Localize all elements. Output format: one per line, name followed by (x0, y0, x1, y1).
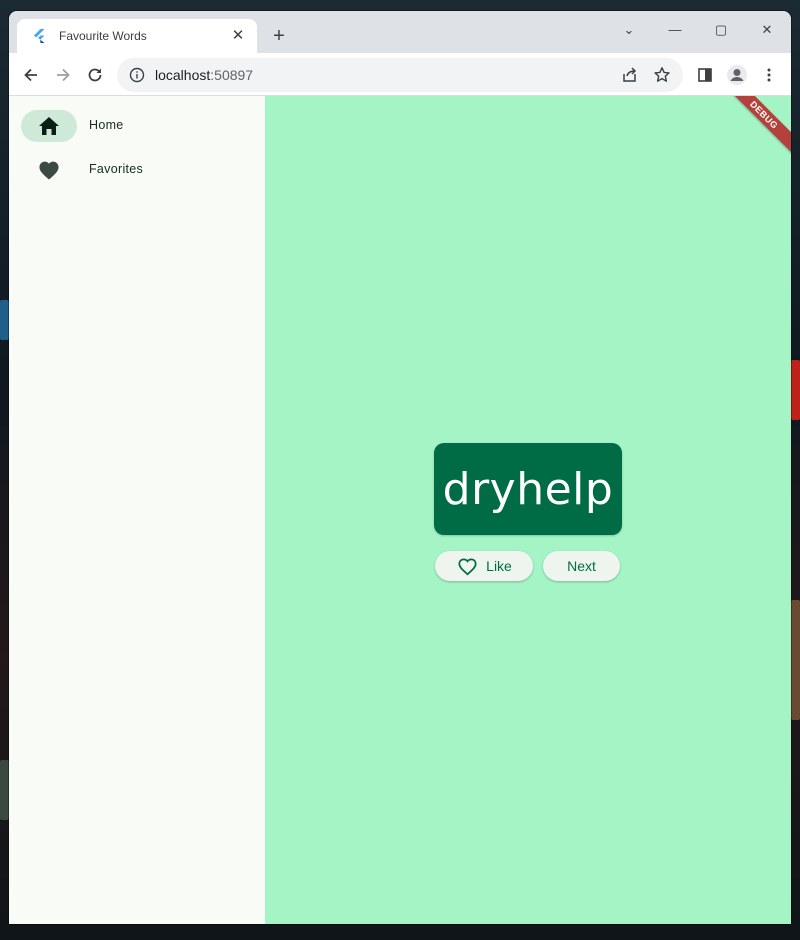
heart-outline-icon (456, 555, 478, 577)
debug-banner: DEBUG (720, 96, 791, 159)
favorite-icon (37, 158, 61, 182)
avatar-icon (727, 65, 747, 85)
url-port: :50897 (210, 67, 254, 83)
reload-button[interactable] (82, 62, 108, 88)
home-icon (37, 114, 61, 138)
next-button[interactable]: Next (543, 551, 620, 581)
like-button-label: Like (486, 558, 512, 574)
site-info-icon[interactable] (129, 67, 145, 83)
flutter-icon (31, 28, 47, 44)
browser-window: Favourite Words ✕ + ⌄ — ▢ ✕ localhost:50… (9, 11, 791, 924)
desktop-background-glow (0, 760, 9, 820)
nav-label-favorites: Favorites (89, 162, 144, 176)
navigation-rail: Home Favorites (9, 96, 265, 924)
bookmark-star-icon[interactable] (651, 64, 673, 86)
arrow-left-icon (24, 68, 37, 82)
tab-close-icon[interactable]: ✕ (229, 27, 247, 45)
like-button[interactable]: Like (435, 551, 533, 581)
tab-search-icon[interactable]: ⌄ (609, 17, 649, 45)
browser-menu-button[interactable] (756, 62, 782, 88)
side-panel-button[interactable] (692, 62, 718, 88)
browser-toolbar: localhost:50897 (9, 53, 791, 96)
nav-item-home[interactable]: Home (9, 106, 265, 146)
nav-item-favorites[interactable]: Favorites (9, 150, 265, 190)
share-icon[interactable] (619, 64, 641, 86)
minimize-button[interactable]: — (655, 17, 695, 45)
close-window-button[interactable]: ✕ (747, 17, 787, 45)
forward-button[interactable] (50, 62, 76, 88)
desktop-background-glow (791, 360, 800, 420)
new-tab-button[interactable]: + (267, 25, 291, 49)
app-content: Home Favorites DEBUG dryhelp Like Next (9, 96, 791, 924)
side-panel-icon (698, 68, 712, 82)
word-pair-text: dryhelp (442, 463, 614, 515)
word-card: dryhelp (434, 443, 622, 535)
browser-tab[interactable]: Favourite Words ✕ (17, 19, 257, 53)
main-panel: DEBUG dryhelp Like Next (265, 96, 791, 924)
tab-title: Favourite Words (59, 29, 147, 43)
desktop-background-glow (0, 300, 9, 340)
url-host: localhost (155, 67, 211, 83)
more-vert-icon (767, 68, 771, 82)
maximize-button[interactable]: ▢ (701, 17, 741, 45)
tab-strip: Favourite Words ✕ + ⌄ — ▢ ✕ (9, 11, 791, 53)
url-text: localhost:50897 (155, 67, 609, 83)
address-bar[interactable]: localhost:50897 (117, 58, 683, 92)
arrow-right-icon (57, 68, 70, 82)
reload-icon (88, 68, 102, 82)
profile-button[interactable] (724, 62, 750, 88)
next-button-label: Next (567, 558, 596, 574)
desktop-background-glow (791, 600, 800, 720)
back-button[interactable] (18, 62, 44, 88)
nav-label-home: Home (89, 118, 124, 132)
